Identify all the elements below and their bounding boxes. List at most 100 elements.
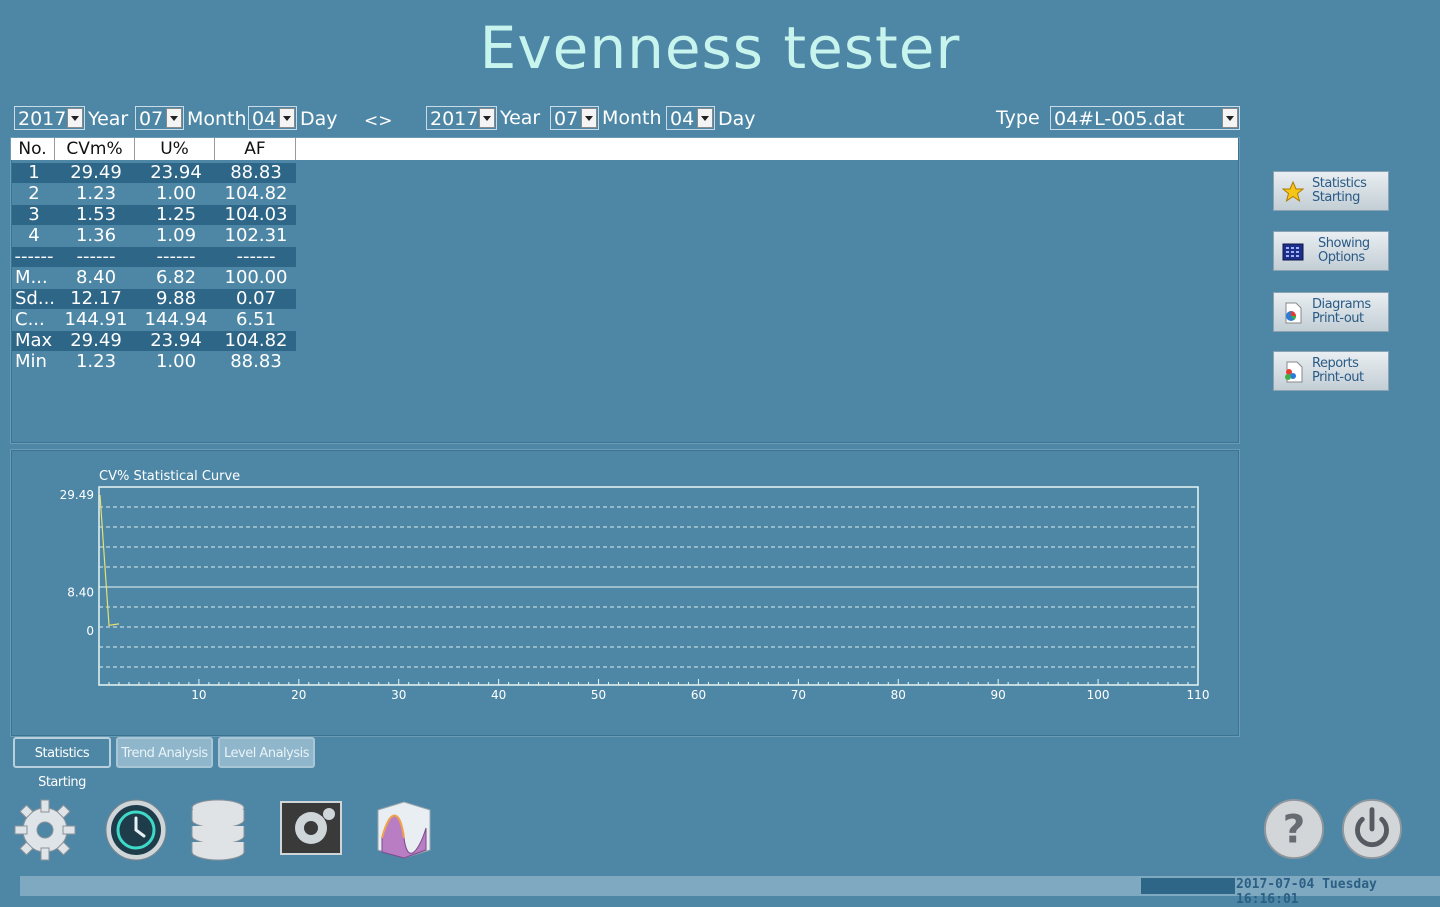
power-icon[interactable] [1341,798,1403,860]
from-month-select[interactable]: 07 [135,106,184,130]
table-cell: 1.36 [75,225,117,246]
to-month-label: Month [602,107,662,129]
statistics-starting-line1: Statistics [1312,176,1367,191]
type-label: Type [996,107,1040,129]
diagrams-printout-line2: Print-out [1312,311,1364,326]
to-day-label: Day [718,108,756,130]
table-row[interactable]: C... 144.91 144.94 6.51 [12,310,296,330]
from-year-select[interactable]: 2017 [14,106,85,130]
table-cell: C... [15,309,45,330]
table-cell: 4 [28,225,40,246]
column-header-no[interactable]: No. [11,138,55,160]
table-row[interactable]: Min 1.23 1.00 88.83 [12,352,296,372]
table-cell: 9.88 [155,288,197,309]
table-cell: 6.51 [235,309,277,330]
diagrams-printout-line1: Diagrams [1312,297,1371,312]
table-cell: ------ [156,246,196,267]
tab-level-analysis[interactable]: Level Analysis [218,737,315,768]
table-row[interactable]: 3 1.53 1.25 104.03 [12,205,296,225]
x-tick-label: 60 [691,688,706,702]
table-cell: 1.00 [155,351,197,372]
chevron-down-icon [67,108,83,128]
cv-statistical-curve-chart: CV% Statistical Curve 29.49 8.40 0 10 20 30 4… [60,469,1210,702]
table-cell: 29.49 [70,330,122,351]
table-cell: 3 [28,204,40,225]
table-cell: 144.94 [144,309,208,330]
type-value: 04#L-005.dat [1054,108,1185,130]
table-cell: 2 [28,183,40,204]
y-tick-label: 8.40 [67,585,94,599]
table-row[interactable]: Sd... 12.17 9.88 0.07 [12,289,296,309]
table-cell: 1 [28,162,40,183]
database-icon[interactable] [186,798,250,862]
reports-printout-button[interactable]: Reports Print-out [1273,351,1389,391]
x-tick-label: 30 [391,688,406,702]
to-day-select[interactable]: 04 [666,106,715,130]
showing-options-line1: Showing [1318,236,1370,251]
from-month-value: 07 [139,108,164,130]
tab-trend-analysis[interactable]: Trend Analysis [116,737,213,768]
x-tick-label: 110 [1187,688,1210,702]
table-header: No. CVm% U% AF [11,138,1238,160]
table-cell: 23.94 [150,330,202,351]
table-row[interactable]: 1 29.49 23.94 88.83 [12,163,296,183]
table-cell: 1.00 [155,183,197,204]
gear-icon[interactable] [13,798,77,862]
y-tick-label: 0 [86,624,94,638]
plot-area [98,486,1199,686]
table-cell: 100.00 [224,267,288,288]
table-cell: 8.40 [75,267,117,288]
table-cell: M... [15,267,48,288]
status-datetime: 2017-07-04 Tuesday 16:16:01 [1236,877,1377,907]
surface-chart-icon[interactable] [372,798,436,862]
chevron-down-icon [166,108,182,128]
help-icon[interactable]: ? [1263,798,1325,860]
type-select[interactable]: 04#L-005.dat [1050,106,1240,130]
to-month-value: 07 [554,108,579,130]
table-cell: 1.23 [75,351,117,372]
to-day-value: 04 [670,108,695,130]
to-year-select[interactable]: 2017 [426,106,497,130]
showing-options-button[interactable]: Showing Options [1273,231,1389,271]
column-header-af[interactable]: AF [215,138,296,160]
to-month-select[interactable]: 07 [550,106,599,130]
table-cell: 104.82 [224,330,288,351]
diagrams-printout-button[interactable]: Diagrams Print-out [1273,292,1389,332]
grid-icon [1282,243,1304,261]
tab-statistics-starting[interactable]: Statistics Starting [13,737,111,790]
table-cell: Max [15,330,53,351]
table-cell: 104.82 [224,183,288,204]
chart-title: CV% Statistical Curve [99,469,240,484]
table-row[interactable]: M... 8.40 6.82 100.00 [12,268,296,288]
chevron-down-icon [581,108,597,128]
chevron-down-icon [479,108,495,128]
table-row[interactable]: ------ ------ ------ ------ [12,247,296,267]
series-line [99,494,120,626]
report-document-icon [1285,361,1303,383]
star-icon [1282,181,1304,203]
app-title: Evenness tester [479,14,961,82]
x-tick-label: 10 [191,688,206,702]
table-cell: Min [15,351,47,372]
table-cell: 102.31 [224,225,288,246]
x-tick-label: 80 [891,688,906,702]
date-range-separator: <> [364,111,393,131]
status-bar: 2017-07-04 Tuesday 16:16:01 [20,876,1440,907]
table-row[interactable]: 2 1.23 1.00 104.82 [12,184,296,204]
y-tick-label: 29.49 [60,488,94,502]
clock-icon[interactable] [104,798,168,862]
svg-text:?: ? [1283,808,1305,853]
settings-screen-icon[interactable] [279,798,343,862]
reports-printout-line1: Reports [1312,356,1359,371]
table-cell: 1.25 [155,204,197,225]
statistics-starting-button[interactable]: Statistics Starting [1273,171,1389,211]
x-tick-label: 100 [1087,688,1110,702]
table-cell: 1.09 [155,225,197,246]
table-cell: 1.53 [75,204,117,225]
column-header-cvm[interactable]: CVm% [55,138,135,160]
from-month-label: Month [187,108,247,130]
from-day-select[interactable]: 04 [248,106,297,130]
column-header-u[interactable]: U% [135,138,215,160]
table-row[interactable]: 4 1.36 1.09 102.31 [12,226,296,246]
table-row[interactable]: Max 29.49 23.94 104.82 [12,331,296,351]
